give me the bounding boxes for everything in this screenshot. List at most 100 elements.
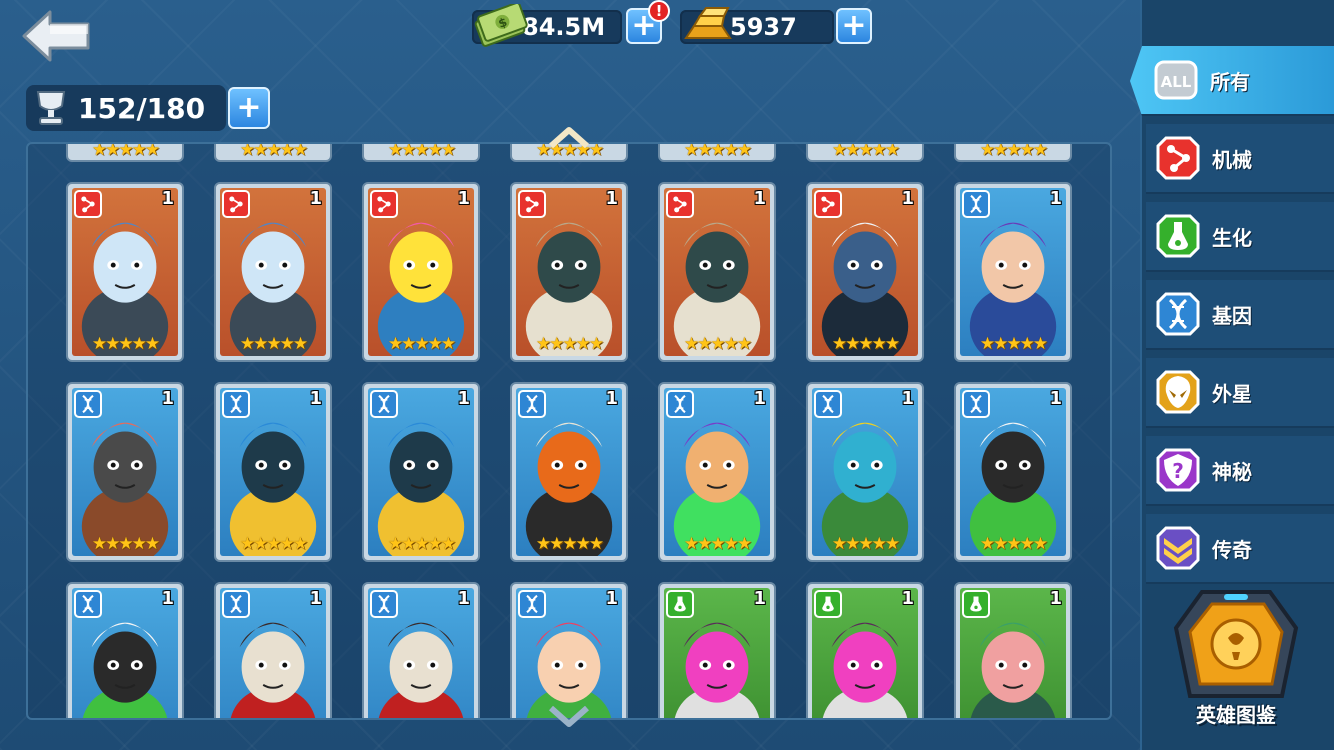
hero-level: 1 bbox=[901, 188, 914, 209]
star-rating: ★★★★★ bbox=[239, 142, 308, 160]
hero-card[interactable]: 1 ★★★★★ bbox=[214, 182, 332, 362]
hero-level: 1 bbox=[161, 588, 174, 609]
mech-type-icon bbox=[518, 190, 546, 218]
gene-type-icon bbox=[222, 390, 250, 418]
sidebar-item-gene[interactable]: 基因 bbox=[1146, 280, 1334, 350]
gene-type-icon bbox=[74, 390, 102, 418]
hero-card[interactable]: 1 ★★★★★ bbox=[658, 382, 776, 562]
gene-type-icon bbox=[814, 390, 842, 418]
star-rating: ★★★★★ bbox=[979, 142, 1048, 160]
sidebar-item-label: 神秘 bbox=[1212, 459, 1252, 484]
sidebar-item-label: 机械 bbox=[1212, 147, 1252, 172]
sidebar-item-label: 外星 bbox=[1212, 381, 1252, 406]
hero-card[interactable]: 1 ★★★★★ bbox=[954, 382, 1072, 562]
hero-card[interactable]: 1 ★★★★★ bbox=[510, 382, 628, 562]
cash-counter: $ 84.5M + ! bbox=[472, 0, 670, 47]
gene-type-icon bbox=[962, 190, 990, 218]
hero-card[interactable]: 1 ★★★★★ bbox=[66, 382, 184, 562]
star-rating: ★★★★★ bbox=[535, 534, 604, 554]
alien-head-icon bbox=[1156, 370, 1200, 414]
hero-level: 1 bbox=[901, 588, 914, 609]
hero-card-partial[interactable]: ★★★★★ bbox=[214, 142, 332, 162]
gene-type-icon bbox=[370, 390, 398, 418]
svg-text:ALL: ALL bbox=[1161, 73, 1192, 91]
star-rating: ★★★★★ bbox=[91, 334, 160, 354]
hero-level: 1 bbox=[605, 588, 618, 609]
bio-flask-icon bbox=[1156, 214, 1200, 258]
hero-card-partial[interactable]: ★★★★★ bbox=[658, 142, 776, 162]
hero-level: 1 bbox=[605, 188, 618, 209]
hero-card-partial[interactable]: ★★★★★ bbox=[954, 142, 1072, 162]
hero-card[interactable]: 1 bbox=[214, 582, 332, 718]
back-arrow-icon[interactable] bbox=[20, 8, 94, 64]
hero-level: 1 bbox=[161, 188, 174, 209]
gene-type-icon bbox=[666, 390, 694, 418]
mech-type-icon bbox=[814, 190, 842, 218]
hero-level: 1 bbox=[161, 388, 174, 409]
hero-card[interactable]: 1 ★★★★★ bbox=[362, 382, 480, 562]
cash-alert-badge: ! bbox=[648, 0, 670, 22]
hero-card[interactable]: 1 bbox=[66, 582, 184, 718]
gene-type-icon bbox=[962, 390, 990, 418]
mech-type-icon bbox=[666, 190, 694, 218]
star-rating: ★★★★★ bbox=[979, 534, 1048, 554]
mech-type-icon bbox=[222, 190, 250, 218]
star-rating: ★★★★★ bbox=[979, 334, 1048, 354]
hero-level: 1 bbox=[753, 388, 766, 409]
hero-card-partial[interactable]: ★★★★★ bbox=[362, 144, 480, 162]
hero-card-partial[interactable]: ★★★★★ bbox=[806, 144, 924, 162]
hero-level: 1 bbox=[1049, 188, 1062, 209]
sidebar-item-mech[interactable]: 机械 bbox=[1146, 124, 1334, 194]
hero-level: 1 bbox=[309, 188, 322, 209]
hero-card[interactable]: 1 ★★★★★ bbox=[806, 382, 924, 562]
bio-type-icon bbox=[962, 590, 990, 618]
sidebar-item-bio[interactable]: 生化 bbox=[1146, 202, 1334, 272]
mystic-question-icon: ? bbox=[1156, 448, 1200, 492]
hero-card[interactable]: 1 ★★★★★ bbox=[806, 182, 924, 362]
star-rating: ★★★★★ bbox=[535, 334, 604, 354]
hero-card[interactable]: 1 ★★★★★ bbox=[510, 182, 628, 362]
gold-bar-icon bbox=[684, 7, 732, 39]
hero-codex-button[interactable]: 英雄图鉴 bbox=[1166, 588, 1306, 728]
hero-card-partial[interactable]: ★★★★★ bbox=[66, 144, 184, 162]
scroll-up-chevron-icon[interactable] bbox=[547, 126, 591, 148]
hero-level: 1 bbox=[457, 588, 470, 609]
hero-card[interactable]: 1 bbox=[806, 582, 924, 718]
sidebar-item-legend[interactable]: 传奇 bbox=[1146, 514, 1334, 584]
hero-level: 1 bbox=[753, 188, 766, 209]
star-rating: ★★★★★ bbox=[831, 534, 900, 554]
scroll-down-chevron-icon[interactable] bbox=[547, 706, 591, 728]
hero-level: 1 bbox=[1049, 588, 1062, 609]
gold-counter: 5937 + bbox=[680, 7, 872, 46]
hero-card[interactable]: 1 ★★★★★ bbox=[658, 182, 776, 362]
add-gold-button[interactable]: + bbox=[836, 8, 872, 44]
star-rating: ★★★★★ bbox=[683, 534, 752, 554]
hero-card[interactable]: 1 bbox=[954, 582, 1072, 718]
hero-card[interactable]: 1 ★★★★★ bbox=[362, 182, 480, 362]
hero-level: 1 bbox=[457, 388, 470, 409]
hero-level: 1 bbox=[901, 388, 914, 409]
hero-card[interactable]: 1 bbox=[510, 582, 628, 718]
sidebar-item-label: 基因 bbox=[1212, 303, 1252, 328]
hero-card[interactable]: 1 ★★★★★ bbox=[214, 382, 332, 562]
star-rating: ★★★★★ bbox=[387, 334, 456, 354]
hero-level: 1 bbox=[309, 588, 322, 609]
mech-type-icon bbox=[370, 190, 398, 218]
star-rating: ★★★★★ bbox=[683, 142, 752, 160]
hero-card[interactable]: 1 ★★★★★ bbox=[954, 182, 1072, 362]
sidebar-item-all[interactable]: ALL 所有 bbox=[1130, 46, 1334, 116]
sidebar-item-alien[interactable]: 外星 bbox=[1146, 358, 1334, 428]
all-icon: ALL bbox=[1154, 60, 1198, 100]
legend-chevron-icon bbox=[1156, 526, 1200, 570]
gene-type-icon bbox=[518, 390, 546, 418]
sidebar-item-mystic[interactable]: ? 神秘 bbox=[1146, 436, 1334, 506]
add-capacity-button[interactable]: + bbox=[228, 87, 270, 129]
star-rating: ★★★★★ bbox=[239, 534, 308, 554]
hero-card[interactable]: 1 bbox=[362, 582, 480, 718]
hero-grid[interactable]: ★★★★★ ★★★★★ ★★★★★ ★★★★★ ★★★★★ ★★★★★ ★★★★★ 1 ★★★★… bbox=[26, 142, 1112, 720]
cash-icon: $ bbox=[474, 4, 528, 47]
hero-card[interactable]: 1 ★★★★★ bbox=[66, 182, 184, 362]
hero-card[interactable]: 1 bbox=[658, 582, 776, 718]
gene-type-icon bbox=[222, 590, 250, 618]
star-rating: ★★★★★ bbox=[91, 534, 160, 554]
